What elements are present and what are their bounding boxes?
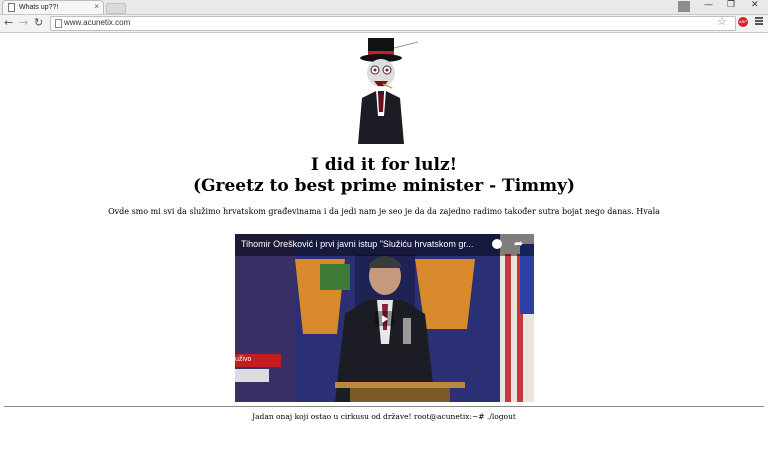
share-icon[interactable]: ➦ — [514, 237, 523, 250]
tab-close-icon[interactable]: × — [94, 2, 99, 11]
horizontal-rule — [4, 406, 764, 407]
headline-line-1: I did it for lulz! — [310, 155, 458, 175]
bookmark-star-icon[interactable]: ☆ — [717, 15, 727, 28]
menu-icon[interactable] — [755, 17, 763, 25]
tab-title: Whats up??! — [19, 4, 59, 11]
adblock-extension-icon[interactable]: ABP — [738, 17, 748, 27]
play-button[interactable] — [375, 311, 394, 326]
play-icon — [382, 315, 388, 323]
browser-toolbar: ← → ↻ www.acunetix.com ☆ ABP — [0, 15, 768, 33]
page-info-icon[interactable] — [55, 19, 62, 28]
reload-icon[interactable]: ↻ — [34, 16, 43, 29]
address-bar[interactable]: www.acunetix.com — [50, 16, 736, 31]
url-text[interactable]: www.acunetix.com — [64, 18, 130, 27]
headline-line-2: (Greetz to best prime minister - Timmy) — [192, 176, 576, 196]
watch-later-icon[interactable] — [492, 239, 502, 249]
browser-tab[interactable]: Whats up??! × — [2, 0, 104, 14]
live-label: uživo — [235, 356, 252, 363]
close-window-icon[interactable]: ✕ — [751, 0, 759, 10]
page-icon — [8, 3, 15, 12]
forward-icon[interactable]: → — [19, 16, 28, 29]
back-icon[interactable]: ← — [4, 16, 13, 29]
footer-text: Jadan onaj koji ostao u cirkusu od držav… — [252, 412, 516, 421]
page-content: I did it for lulz! (Greetz to best prime… — [0, 33, 768, 459]
message-text: Ovde smo mi svi da služimo hrvatskom gra… — [108, 207, 660, 216]
page-headline: I did it for lulz! (Greetz to best prime… — [0, 155, 768, 197]
live-banner: uživo — [235, 354, 281, 367]
top-hat-character-image — [358, 38, 419, 144]
restore-icon[interactable]: ❐ — [727, 0, 735, 10]
user-profile-icon[interactable] — [678, 1, 690, 12]
embedded-video[interactable]: Tihomir Orešković i prvi javni istup "Sl… — [235, 234, 534, 402]
lower-third-band — [235, 369, 269, 382]
new-tab-button[interactable] — [106, 3, 126, 14]
minimize-icon[interactable]: — — [704, 0, 713, 10]
tab-bar: Whats up??! × — ❐ ✕ — [0, 0, 768, 15]
video-title[interactable]: Tihomir Orešković i prvi javni istup "Sl… — [241, 239, 481, 249]
